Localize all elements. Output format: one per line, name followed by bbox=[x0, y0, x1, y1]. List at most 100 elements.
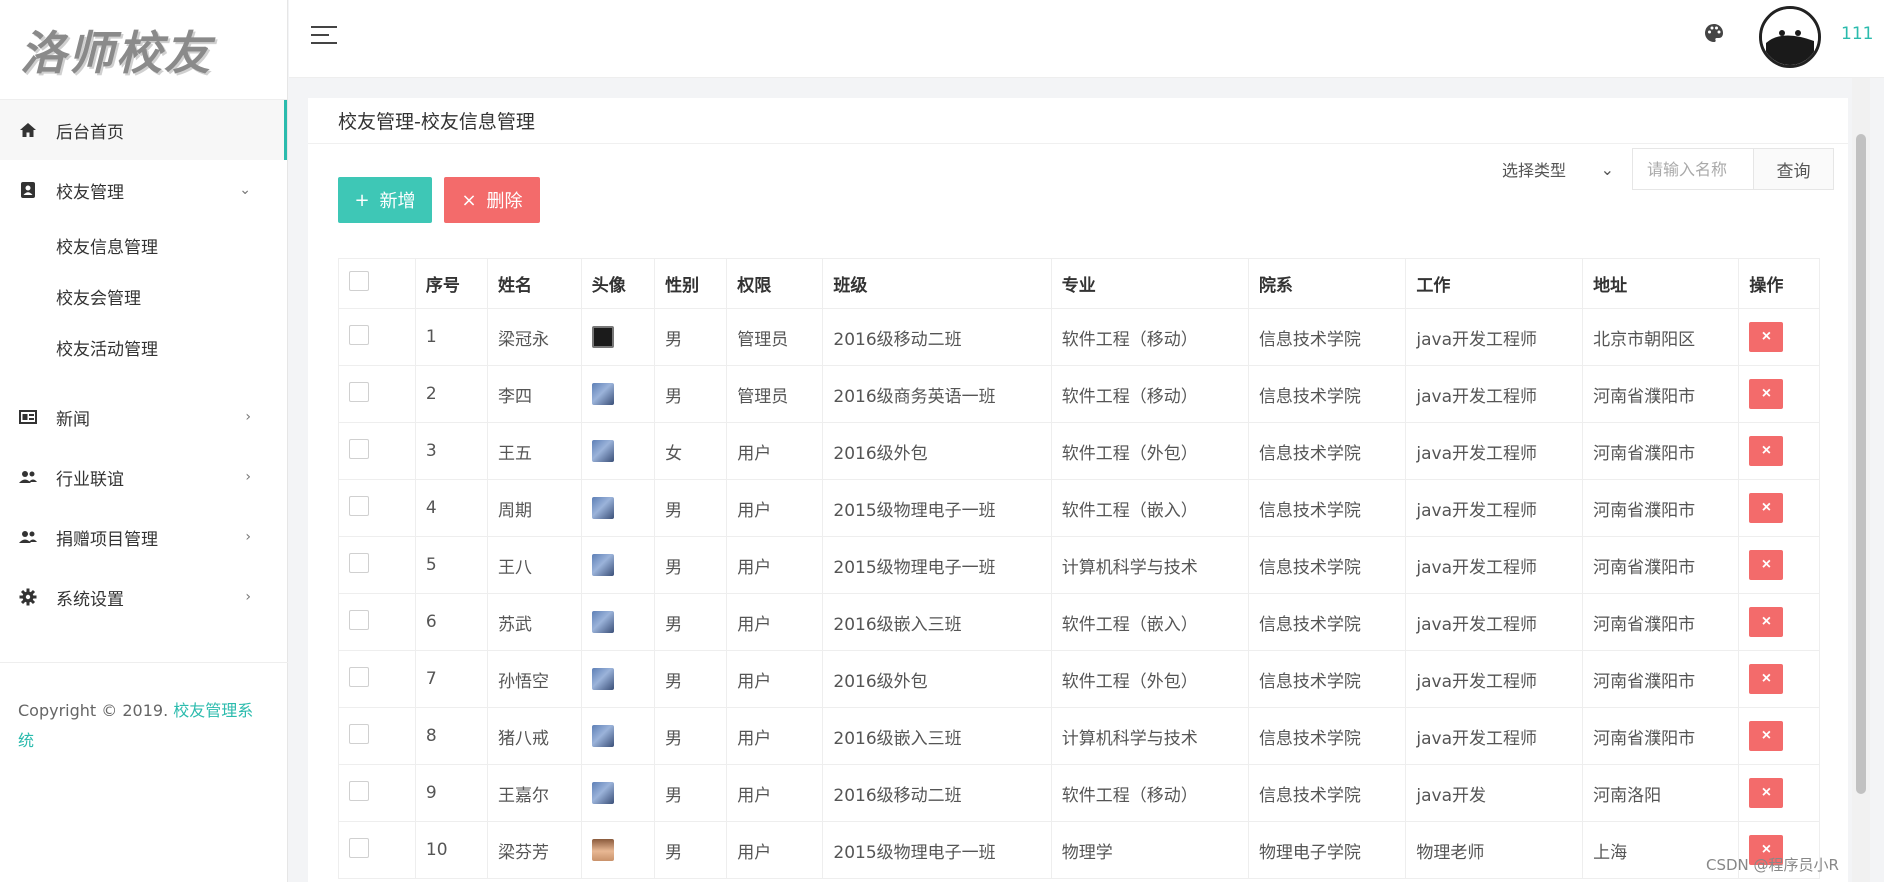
cell-addr: 河南省濮阳市 bbox=[1582, 650, 1740, 708]
cell-role: 用户 bbox=[726, 821, 824, 879]
cell-dept: 信息技术学院 bbox=[1247, 593, 1407, 651]
select-all-checkbox[interactable] bbox=[349, 271, 369, 291]
cell-gender: 男 bbox=[654, 365, 728, 423]
avatar-thumbnail bbox=[591, 668, 614, 690]
submenu-item-alumni-events[interactable]: 校友活动管理 bbox=[0, 322, 287, 373]
cell-dept: 信息技术学院 bbox=[1247, 650, 1407, 708]
row-delete-button[interactable]: × bbox=[1749, 436, 1784, 466]
row-checkbox-cell bbox=[338, 479, 416, 537]
table-row[interactable]: 1 梁冠永 男管理员 2016级移动二班 软件工程（移动） 信息技术学院 java开发工程师… bbox=[338, 308, 1820, 366]
user-name[interactable]: 111 bbox=[1841, 24, 1873, 44]
search-button[interactable]: 查询 bbox=[1753, 149, 1833, 189]
row-checkbox[interactable] bbox=[349, 324, 369, 345]
row-checkbox[interactable] bbox=[349, 381, 369, 402]
user-avatar[interactable] bbox=[1759, 6, 1821, 68]
type-select[interactable]: 选择类型 ⌄ bbox=[1476, 150, 1620, 188]
scrollbar-thumb[interactable] bbox=[1856, 134, 1866, 794]
submenu-item-alumni-assoc[interactable]: 校友会管理 bbox=[0, 271, 287, 322]
row-checkbox-cell bbox=[338, 308, 416, 366]
row-delete-button[interactable]: × bbox=[1749, 664, 1784, 694]
sidebar-item-industry[interactable]: 行业联谊 › bbox=[0, 447, 287, 507]
avatar-thumbnail bbox=[591, 383, 614, 405]
row-delete-button[interactable]: × bbox=[1749, 778, 1784, 808]
cell-role: 用户 bbox=[726, 479, 824, 537]
cell-job: java开发工程师 bbox=[1405, 308, 1584, 366]
cell-role: 用户 bbox=[726, 536, 824, 594]
add-button[interactable]: + 新增 bbox=[338, 177, 432, 223]
cell-dept: 信息技术学院 bbox=[1247, 764, 1407, 822]
chevron-right-icon: › bbox=[245, 529, 251, 545]
row-checkbox[interactable] bbox=[349, 609, 369, 630]
column-header: 头像 bbox=[580, 258, 656, 309]
table-row[interactable]: 6 苏武 男用户 2016级嵌入三班 软件工程（嵌入） 信息技术学院 java开发工程师 河南… bbox=[338, 593, 1820, 651]
table-row[interactable]: 3 王五 女用户 2016级外包 软件工程（外包） 信息技术学院 java开发工程师 河南省濮… bbox=[338, 422, 1820, 480]
menu-toggle-icon[interactable] bbox=[311, 26, 337, 50]
logo[interactable]: 洛师校友 bbox=[0, 0, 287, 100]
cell-class: 2016级嵌入三班 bbox=[822, 593, 1052, 651]
cell-major: 软件工程（移动） bbox=[1050, 365, 1249, 423]
action-cell: × bbox=[1738, 650, 1820, 708]
delete-button-label: 删除 bbox=[486, 191, 523, 212]
row-checkbox[interactable] bbox=[349, 666, 369, 687]
chevron-right-icon: › bbox=[245, 409, 251, 425]
delete-button[interactable]: × 删除 bbox=[444, 177, 540, 223]
sidebar-item-label: 校友管理 bbox=[56, 182, 124, 203]
cell-major: 计算机科学与技术 bbox=[1050, 707, 1249, 765]
sidebar-divider bbox=[0, 662, 288, 663]
cell-class: 2015级物理电子一班 bbox=[822, 536, 1052, 594]
row-checkbox[interactable] bbox=[349, 438, 369, 459]
alumni-table: 序号 姓名 头像 性别 权限 班级 专业 院系 工作 地址 操作 1 梁冠永男管理… bbox=[338, 258, 1820, 879]
row-delete-button[interactable]: × bbox=[1749, 721, 1784, 751]
search-box: 查询 bbox=[1632, 148, 1834, 190]
action-cell: × bbox=[1738, 479, 1820, 537]
table-row[interactable]: 7 孙悟空 男用户 2016级外包 软件工程（外包） 信息技术学院 java开发工程师 河南省… bbox=[338, 650, 1820, 708]
contact-card-icon bbox=[18, 180, 38, 200]
cell-job: 物理老师 bbox=[1405, 821, 1584, 879]
sidebar-item-settings[interactable]: 系统设置 › bbox=[0, 567, 287, 627]
row-delete-button[interactable]: × bbox=[1749, 493, 1784, 523]
sidebar-item-news[interactable]: 新闻 › bbox=[0, 387, 287, 447]
cell-role: 管理员 bbox=[726, 308, 824, 366]
table-row[interactable]: 8 猪八戒 男用户 2016级嵌入三班 计算机科学与技术 信息技术学院 java开发工程师河… bbox=[338, 707, 1820, 765]
column-header: 操作 bbox=[1738, 258, 1820, 309]
sidebar-item-label: 行业联谊 bbox=[56, 469, 124, 490]
table-row[interactable]: 2 李四 男管理员 2016级商务英语一班 软件工程（移动） 信息技术学院 java开发工程… bbox=[338, 365, 1820, 423]
logo-text: 洛师校友 bbox=[20, 25, 212, 80]
search-input[interactable] bbox=[1633, 149, 1753, 189]
sidebar-menu: 后台首页 校友管理 ⌄ 校友信息管理 校友会管理 校友活动管理 新闻 › 行业联… bbox=[0, 100, 287, 627]
row-delete-button[interactable]: × bbox=[1749, 322, 1784, 352]
home-icon bbox=[18, 120, 38, 140]
palette-icon[interactable] bbox=[1703, 22, 1725, 44]
cell-no: 2 bbox=[414, 365, 489, 423]
row-checkbox[interactable] bbox=[349, 837, 369, 858]
csdn-watermark: CSDN @程序员小R bbox=[1706, 856, 1839, 874]
cell-no: 8 bbox=[414, 707, 489, 765]
cell-class: 2016级外包 bbox=[822, 422, 1052, 480]
avatar-cell bbox=[580, 365, 656, 423]
row-delete-button[interactable]: × bbox=[1749, 550, 1784, 580]
row-delete-button[interactable]: × bbox=[1749, 379, 1784, 409]
sidebar-item-home[interactable]: 后台首页 bbox=[0, 100, 287, 160]
avatar-thumbnail bbox=[591, 611, 614, 633]
table-row[interactable]: 4 周期 男用户 2015级物理电子一班 软件工程（嵌入） 信息技术学院 java开发工程师… bbox=[338, 479, 1820, 537]
table-row[interactable]: 5 王八 男用户 2015级物理电子一班 计算机科学与技术 信息技术学院 java开发工程师… bbox=[338, 536, 1820, 594]
row-checkbox[interactable] bbox=[349, 495, 369, 516]
table-row[interactable]: 9 王嘉尔 男用户 2016级移动二班 软件工程（移动） 信息技术学院 java开发 河南洛阳… bbox=[338, 764, 1820, 822]
column-header: 专业 bbox=[1050, 258, 1249, 309]
chevron-right-icon: › bbox=[245, 469, 251, 485]
cell-role: 用户 bbox=[726, 593, 824, 651]
row-checkbox[interactable] bbox=[349, 552, 369, 573]
row-delete-button[interactable]: × bbox=[1749, 607, 1784, 637]
row-checkbox[interactable] bbox=[349, 723, 369, 744]
cell-class: 2016级移动二班 bbox=[822, 764, 1052, 822]
cell-dept: 物理电子学院 bbox=[1247, 821, 1407, 879]
sidebar-item-alumni[interactable]: 校友管理 ⌄ bbox=[0, 160, 287, 220]
avatar-thumbnail bbox=[591, 839, 614, 861]
submenu-item-alumni-info[interactable]: 校友信息管理 bbox=[0, 220, 287, 271]
cell-no: 3 bbox=[414, 422, 489, 480]
row-checkbox[interactable] bbox=[349, 780, 369, 801]
sidebar-item-donation[interactable]: 捐赠项目管理 › bbox=[0, 507, 287, 567]
cell-role: 管理员 bbox=[726, 365, 824, 423]
table-row[interactable]: 10 梁芬芳男用户 2015级物理电子一班 物理学 物理电子学院 物理老师 上海 × bbox=[338, 821, 1820, 879]
cell-job: java开发工程师 bbox=[1405, 536, 1584, 594]
